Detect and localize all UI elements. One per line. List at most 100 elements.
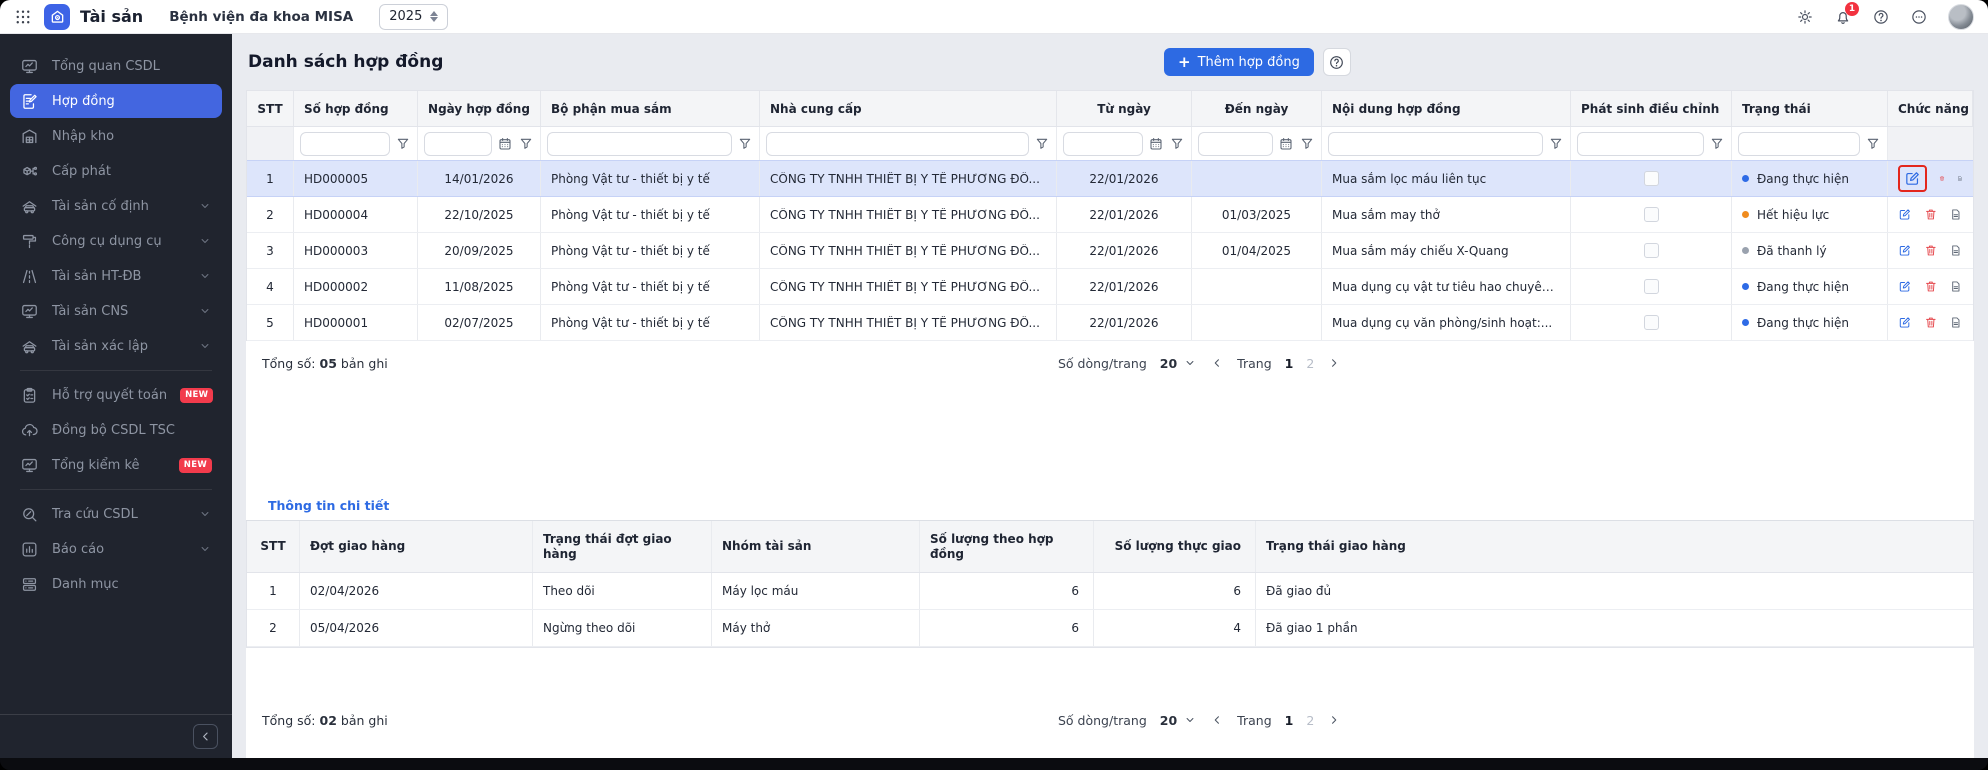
document-icon[interactable] <box>1949 242 1963 259</box>
filter-funnel-icon[interactable] <box>1548 136 1564 152</box>
filter-status-input[interactable] <box>1738 132 1860 156</box>
adjustment-checkbox[interactable] <box>1644 207 1659 222</box>
filter-funnel-icon[interactable] <box>1169 136 1185 152</box>
filter-funnel-icon[interactable] <box>518 136 534 152</box>
filter-adjustment-input[interactable] <box>1577 132 1704 156</box>
col-department: Bộ phận mua sắm <box>541 91 760 126</box>
sidebar-item-2[interactable]: Hợp đồng <box>10 84 222 118</box>
filter-funnel-icon[interactable] <box>1709 136 1725 152</box>
adjustment-checkbox[interactable] <box>1644 315 1659 330</box>
filter-funnel-icon[interactable] <box>1034 136 1050 152</box>
filter-funnel-icon[interactable] <box>737 136 753 152</box>
annotation-highlight-box <box>1898 165 1927 192</box>
per-page-select[interactable]: 20 <box>1160 356 1197 371</box>
sidebar-item-5[interactable]: Tài sản cố định <box>10 189 222 223</box>
document-icon[interactable] <box>1957 170 1963 187</box>
delete-icon[interactable] <box>1924 242 1938 259</box>
app-grid-icon[interactable] <box>14 8 32 26</box>
calendar-icon[interactable] <box>1148 136 1164 152</box>
page-number-1[interactable]: 1 <box>1285 713 1294 728</box>
per-page-select[interactable]: 20 <box>1160 713 1197 728</box>
total-unit: bản ghi <box>341 713 388 728</box>
sidebar-collapse-button[interactable] <box>193 724 218 749</box>
sidebar-item-14[interactable]: Báo cáo <box>10 532 222 566</box>
next-page-icon[interactable] <box>1327 356 1341 370</box>
filter-funnel-icon[interactable] <box>395 136 411 152</box>
contract-row-1[interactable]: 1HD00000514/01/2026Phòng Vật tư - thiết … <box>247 160 1973 197</box>
page-number-1[interactable]: 1 <box>1285 356 1294 371</box>
sidebar-item-7[interactable]: Tài sản HT-ĐB <box>10 259 222 293</box>
prev-page-icon[interactable] <box>1210 713 1224 727</box>
more-options-icon[interactable] <box>1910 8 1928 26</box>
document-icon[interactable] <box>1949 206 1963 223</box>
edit-icon[interactable] <box>1904 170 1921 187</box>
sidebar-item-6[interactable]: Công cụ dụng cụ <box>10 224 222 258</box>
contract-row-5[interactable]: 5HD00000102/07/2025Phòng Vật tư - thiết … <box>247 305 1973 341</box>
cell-stt: 2 <box>247 197 294 232</box>
detail-row-1[interactable]: 102/04/2026Theo dõiMáy lọc máu66Đã giao … <box>247 573 1973 610</box>
sidebar-item-10[interactable]: Hỗ trợ quyết toánNEW <box>10 378 222 412</box>
year-spinner[interactable]: 2025 <box>379 4 448 30</box>
cell-contract-date: 14/01/2026 <box>418 161 541 196</box>
next-page-icon[interactable] <box>1327 713 1341 727</box>
delete-icon[interactable] <box>1924 206 1938 223</box>
cell-supplier: CÔNG TY TNHH THIẾT BỊ Y TẾ PHƯƠNG ĐÔ... <box>760 305 1057 340</box>
document-icon[interactable] <box>1949 314 1963 331</box>
delete-icon[interactable] <box>1939 170 1945 187</box>
page-number-2[interactable]: 2 <box>1306 356 1314 371</box>
asset-icon <box>20 337 39 356</box>
filter-from-date-input[interactable] <box>1063 132 1143 156</box>
contract-row-2[interactable]: 2HD00000422/10/2025Phòng Vật tư - thiết … <box>247 197 1973 233</box>
chevron-down-icon <box>198 304 212 318</box>
document-icon[interactable] <box>1949 278 1963 295</box>
sidebar-item-12[interactable]: Tổng kiểm kêNEW <box>10 448 222 482</box>
org-selector[interactable]: Bệnh viện đa khoa MISA <box>169 9 353 25</box>
prev-page-icon[interactable] <box>1210 356 1224 370</box>
edit-icon[interactable] <box>1898 314 1912 331</box>
sidebar-item-4[interactable]: Cấp phát <box>10 154 222 188</box>
filter-contract-date-input[interactable] <box>424 132 492 156</box>
sidebar-item-13[interactable]: Tra cứu CSDL <box>10 497 222 531</box>
sidebar-item-8[interactable]: Tài sản CNS <box>10 294 222 328</box>
adjustment-checkbox[interactable] <box>1644 171 1659 186</box>
sidebar-item-3[interactable]: Nhập kho <box>10 119 222 153</box>
user-avatar[interactable] <box>1948 4 1974 30</box>
delete-icon[interactable] <box>1924 314 1938 331</box>
tab-thong-tin-chi-tiet[interactable]: Thông tin chi tiết <box>268 498 389 513</box>
filter-funnel-icon[interactable] <box>1299 136 1315 152</box>
settings-gear-icon[interactable] <box>1796 8 1814 26</box>
page-number-2[interactable]: 2 <box>1306 713 1314 728</box>
adjustment-checkbox[interactable] <box>1644 243 1659 258</box>
sidebar-item-1[interactable]: Tổng quan CSDL <box>10 49 222 83</box>
filter-supplier-input[interactable] <box>766 132 1029 156</box>
edit-icon[interactable] <box>1898 206 1912 223</box>
cell-qty-delivered: 4 <box>1094 610 1256 646</box>
filter-funnel-icon[interactable] <box>1865 136 1881 152</box>
calendar-icon[interactable] <box>1278 136 1294 152</box>
filter-department-input[interactable] <box>547 132 732 156</box>
contract-row-4[interactable]: 4HD00000211/08/2025Phòng Vật tư - thiết … <box>247 269 1973 305</box>
year-spinner-arrows-icon[interactable] <box>430 11 438 22</box>
edit-icon[interactable] <box>1898 278 1912 295</box>
plus-icon: + <box>1178 55 1191 70</box>
sidebar-item-15[interactable]: Danh mục <box>10 567 222 601</box>
adjustment-checkbox[interactable] <box>1644 279 1659 294</box>
sidebar-item-9[interactable]: Tài sản xác lập <box>10 329 222 363</box>
help-question-icon[interactable] <box>1872 8 1890 26</box>
edit-icon[interactable] <box>1898 242 1912 259</box>
sidebar-item-11[interactable]: Đồng bộ CSDL TSC <box>10 413 222 447</box>
filter-to-date-input[interactable] <box>1198 132 1273 156</box>
filter-content-input[interactable] <box>1328 132 1543 156</box>
sidebar-item-label: Tổng kiểm kê <box>52 458 140 473</box>
detail-tabs: Thông tin chi tiết <box>246 491 1974 521</box>
allocate-icon <box>20 162 39 181</box>
contract-row-3[interactable]: 3HD00000320/09/2025Phòng Vật tư - thiết … <box>247 233 1973 269</box>
detail-row-2[interactable]: 205/04/2026Ngừng theo dõiMáy thở64Đã gia… <box>247 610 1973 647</box>
notifications-bell-icon[interactable]: 1 <box>1834 8 1852 26</box>
total-count: 02 <box>320 713 337 728</box>
calendar-icon[interactable] <box>497 136 513 152</box>
add-contract-button[interactable]: + Thêm hợp đồng <box>1164 48 1314 76</box>
help-button[interactable] <box>1323 48 1351 76</box>
delete-icon[interactable] <box>1924 278 1938 295</box>
filter-contract-no-input[interactable] <box>300 132 390 156</box>
